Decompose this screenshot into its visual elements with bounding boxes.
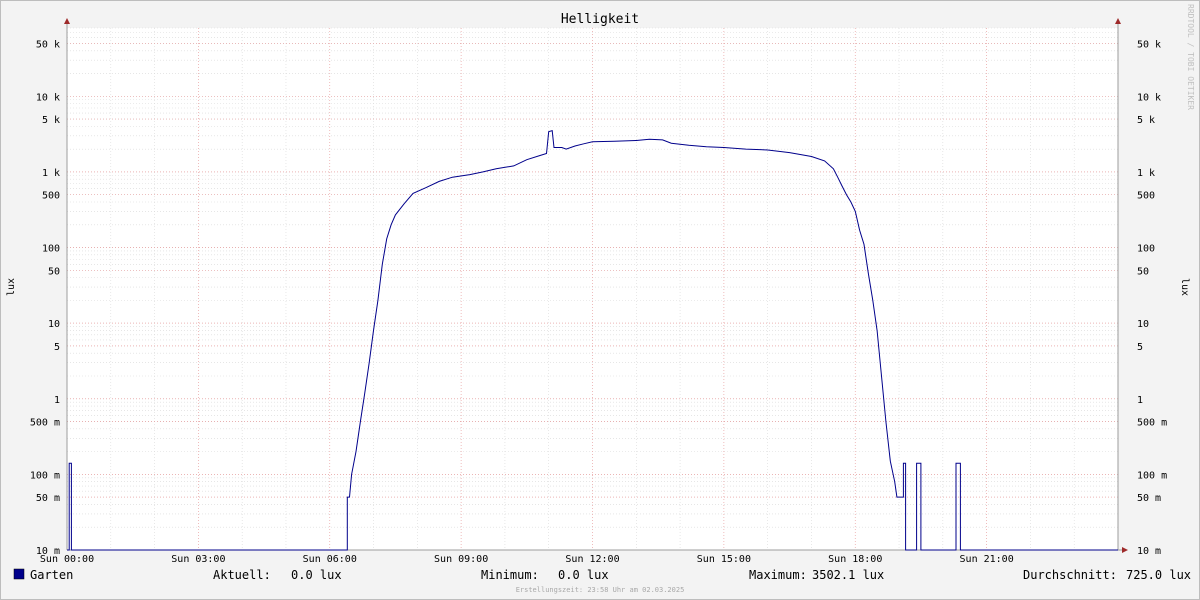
y-tick-label-right: 5 k <box>1137 115 1155 126</box>
y-tick-label-right: 10 m <box>1137 546 1161 557</box>
y-tick-label-left: 1 <box>54 395 60 406</box>
y-tick-label-left: 500 m <box>30 418 60 429</box>
x-axis-arrow <box>1122 547 1128 553</box>
x-tick-label: Sun 00:00 <box>40 554 94 565</box>
y-tick-label-right: 50 m <box>1137 493 1161 504</box>
legend-current-label: Aktuell: <box>213 568 271 582</box>
legend-min-label: Minimum: <box>481 568 539 582</box>
y-tick-label-left: 50 <box>48 266 60 277</box>
y-axis-label-right: lux <box>1179 278 1190 296</box>
legend-series-label: Garten <box>30 568 73 582</box>
legend-max-value: 3502.1 lux <box>812 568 884 582</box>
legend-avg-label: Durchschnitt: <box>1023 568 1117 582</box>
legend-max-label: Maximum: <box>749 568 807 582</box>
legend-current-value: 0.0 lux <box>291 568 342 582</box>
y-tick-label-left: 10 k <box>36 92 60 103</box>
legend-min-value: 0.0 lux <box>558 568 609 582</box>
y-axis-arrow-right <box>1115 18 1121 24</box>
y-tick-label-left: 5 <box>54 342 60 353</box>
legend-swatch-garten <box>13 568 25 580</box>
y-tick-label-left: 1 k <box>42 168 60 179</box>
x-tick-label: Sun 09:00 <box>434 554 488 565</box>
x-tick-label: Sun 03:00 <box>171 554 225 565</box>
y-tick-label-left: 100 m <box>30 470 60 481</box>
y-tick-label-right: 50 <box>1137 266 1149 277</box>
rrdtool-watermark: RRDTOOL / TOBI OETIKER <box>1186 4 1195 110</box>
x-tick-label: Sun 06:00 <box>303 554 357 565</box>
y-tick-label-left: 500 <box>42 191 60 202</box>
y-axis-label-left: lux <box>6 278 17 296</box>
y-tick-label-right: 50 k <box>1137 39 1161 50</box>
x-tick-label: Sun 21:00 <box>960 554 1014 565</box>
x-tick-label: Sun 15:00 <box>697 554 751 565</box>
y-tick-label-left: 50 m <box>36 493 60 504</box>
y-tick-label-right: 1 <box>1137 395 1143 406</box>
y-tick-label-left: 5 k <box>42 115 60 126</box>
y-tick-label-right: 500 <box>1137 191 1155 202</box>
x-tick-label: Sun 18:00 <box>828 554 882 565</box>
y-tick-label-right: 10 <box>1137 319 1149 330</box>
chart-title: Helligkeit <box>561 12 639 27</box>
y-tick-label-right: 500 m <box>1137 418 1167 429</box>
y-tick-label-right: 100 m <box>1137 470 1167 481</box>
y-tick-label-left: 50 k <box>36 39 60 50</box>
y-tick-label-right: 10 k <box>1137 92 1161 103</box>
y-axis-arrow-left <box>64 18 70 24</box>
footer-timestamp: Erstellungszeit: 23:58 Uhr am 02.03.2025 <box>516 586 685 594</box>
y-tick-label-right: 100 <box>1137 244 1155 255</box>
y-tick-label-left: 10 <box>48 319 60 330</box>
legend-avg-value: 725.0 lux <box>1126 568 1191 582</box>
y-tick-label-left: 100 <box>42 244 60 255</box>
y-tick-label-right: 5 <box>1137 342 1143 353</box>
x-tick-label: Sun 12:00 <box>565 554 619 565</box>
y-tick-label-right: 1 k <box>1137 168 1155 179</box>
chart-canvas: Helligkeit 50 k 50 k 10 k 10 k 5 k 5 k 1 k 1 k 5… <box>6 4 1195 594</box>
